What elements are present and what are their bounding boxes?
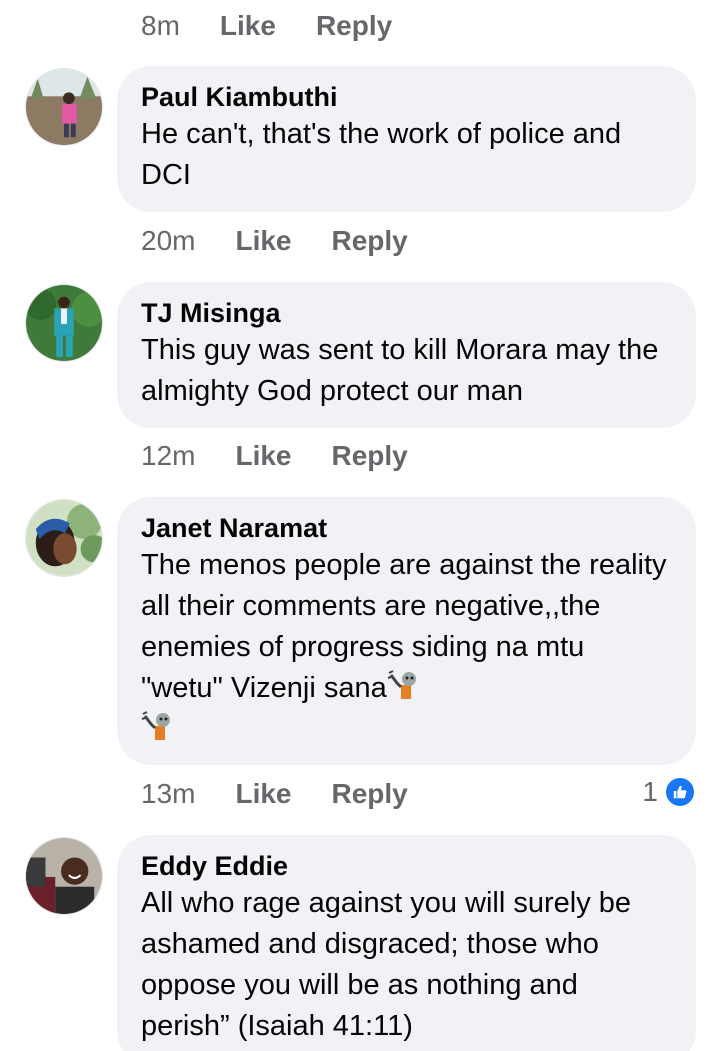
reply-button[interactable]: Reply	[332, 778, 408, 810]
zombie-emoji-icon	[387, 669, 421, 703]
comment-text: The menos people are against the reality…	[141, 545, 672, 750]
avatar[interactable]	[25, 68, 103, 146]
reply-button[interactable]: Reply	[316, 10, 392, 42]
comment-text: He can't, that's the work of police and …	[141, 118, 622, 191]
comment-actions: 12m Like Reply	[141, 438, 448, 474]
comment-author[interactable]: Eddy Eddie	[141, 849, 672, 883]
previous-comment-actions: 8m Like Reply	[141, 8, 432, 44]
avatar-photo	[26, 69, 102, 145]
reaction-summary[interactable]: 1	[642, 776, 696, 808]
avatar[interactable]	[25, 284, 103, 362]
comment-time: 8m	[141, 10, 180, 41]
comment-actions: 20m Like Reply	[141, 223, 448, 259]
comment-text: All who rage against you will surely be …	[141, 887, 632, 1042]
comment-bubble: Paul Kiambuthi He can't, that's the work…	[117, 66, 696, 212]
comment-bubble: Janet Naramat The menos people are again…	[117, 497, 696, 765]
reaction-count: 1	[642, 776, 658, 807]
comment-author[interactable]: Paul Kiambuthi	[141, 80, 672, 114]
comment-text: This guy was sent to kill Morara may the…	[141, 334, 659, 407]
reply-button[interactable]: Reply	[332, 440, 408, 472]
comment-actions: 13m Like Reply	[141, 776, 448, 812]
like-thumb-icon	[664, 776, 696, 808]
like-button[interactable]: Like	[235, 778, 291, 810]
avatar[interactable]	[25, 499, 103, 577]
comment-time: 13m	[141, 778, 196, 809]
comment-author[interactable]: TJ Misinga	[141, 296, 672, 330]
like-button[interactable]: Like	[235, 440, 291, 472]
comment-time: 12m	[141, 440, 196, 471]
avatar-photo	[26, 500, 102, 576]
reply-button[interactable]: Reply	[332, 225, 408, 257]
like-button[interactable]: Like	[235, 225, 291, 257]
avatar-photo	[26, 285, 102, 361]
zombie-emoji-icon	[141, 710, 175, 744]
comment-author[interactable]: Janet Naramat	[141, 511, 672, 545]
avatar-photo	[26, 838, 102, 914]
avatar[interactable]	[25, 837, 103, 915]
like-button[interactable]: Like	[220, 10, 276, 42]
comment-bubble: TJ Misinga This guy was sent to kill Mor…	[117, 282, 696, 428]
comment-bubble: Eddy Eddie All who rage against you will…	[117, 835, 696, 1051]
comment-time: 20m	[141, 225, 196, 256]
